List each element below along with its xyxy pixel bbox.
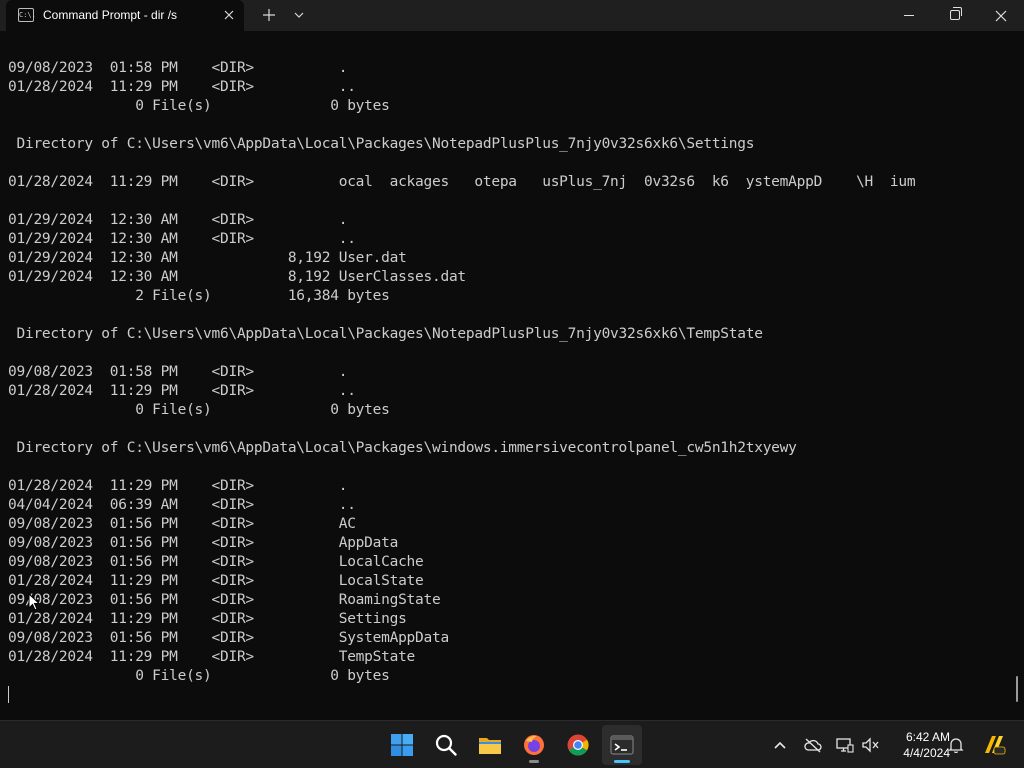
file-explorer-button[interactable] bbox=[470, 725, 510, 765]
close-icon bbox=[995, 10, 1007, 22]
terminal-line: 01/28/2024 11:29 PM <DIR> .. bbox=[8, 79, 356, 95]
terminal-line: 01/28/2024 11:29 PM <DIR> ocal ackages o… bbox=[8, 174, 916, 190]
bell-icon bbox=[948, 738, 964, 753]
scrollbar-thumb[interactable] bbox=[1016, 676, 1018, 702]
terminal-button[interactable] bbox=[602, 725, 642, 765]
maximize-button[interactable] bbox=[932, 0, 978, 31]
notifications-button[interactable] bbox=[944, 733, 968, 757]
search-button[interactable] bbox=[426, 725, 466, 765]
chevron-up-icon bbox=[774, 741, 786, 749]
mouse-pointer-icon bbox=[28, 593, 40, 611]
tab-title: Command Prompt - dir /s bbox=[43, 8, 178, 22]
search-icon bbox=[435, 734, 457, 756]
command-prompt-icon: C:\. bbox=[18, 8, 36, 22]
active-indicator bbox=[614, 760, 630, 763]
clock-date: 4/4/2024 bbox=[903, 746, 950, 760]
chrome-icon bbox=[567, 734, 589, 756]
close-window-button[interactable] bbox=[978, 0, 1024, 31]
copilot-button[interactable] bbox=[980, 731, 1008, 759]
terminal-line: 01/28/2024 11:29 PM <DIR> . bbox=[8, 478, 348, 494]
network-button[interactable] bbox=[832, 733, 856, 757]
terminal-line: 01/28/2024 11:29 PM <DIR> LocalState bbox=[8, 573, 424, 589]
tab-dropdown-button[interactable] bbox=[289, 5, 309, 25]
terminal-line: 0 File(s) 0 bytes bbox=[8, 402, 390, 418]
terminal-line: Directory of C:\Users\vm6\AppData\Local\… bbox=[8, 326, 763, 342]
text-cursor bbox=[8, 686, 9, 703]
tab-command-prompt[interactable]: C:\. Command Prompt - dir /s bbox=[6, 0, 244, 31]
restore-icon bbox=[950, 7, 962, 20]
terminal-line: 01/28/2024 11:29 PM <DIR> Settings bbox=[8, 611, 407, 627]
terminal-line: 09/08/2023 01:56 PM <DIR> LocalCache bbox=[8, 554, 424, 570]
terminal-line: 09/08/2023 01:58 PM <DIR> . bbox=[8, 60, 348, 76]
terminal-line: 0 File(s) 0 bytes bbox=[8, 98, 390, 114]
show-hidden-icons-button[interactable] bbox=[768, 733, 792, 757]
taskbar: 6:42 AM 4/4/2024 bbox=[0, 720, 1024, 768]
chevron-down-icon bbox=[294, 12, 304, 18]
terminal-line: Directory of C:\Users\vm6\AppData\Local\… bbox=[8, 136, 755, 152]
chrome-button[interactable] bbox=[558, 725, 598, 765]
file-explorer-icon bbox=[479, 738, 501, 754]
taskbar-clock[interactable]: 6:42 AM 4/4/2024 bbox=[884, 729, 950, 761]
terminal-line: 2 File(s) 16,384 bytes bbox=[8, 288, 390, 304]
volume-muted-icon bbox=[862, 737, 879, 753]
terminal-line: 09/08/2023 01:56 PM <DIR> AppData bbox=[8, 535, 399, 551]
network-icon bbox=[836, 738, 854, 753]
terminal-line: 0 File(s) 0 bytes bbox=[8, 668, 390, 684]
clock-time: 6:42 AM bbox=[905, 730, 950, 744]
terminal-line: 09/08/2023 01:56 PM <DIR> SystemAppData bbox=[8, 630, 449, 646]
tab-close-button[interactable] bbox=[219, 5, 239, 25]
terminal-line: 09/08/2023 01:56 PM <DIR> RoamingState bbox=[8, 592, 441, 608]
terminal-line: 01/28/2024 11:29 PM <DIR> TempState bbox=[8, 649, 416, 665]
copilot-icon bbox=[985, 736, 1006, 755]
terminal-output[interactable]: 09/08/2023 01:58 PM <DIR> . 01/28/2024 11… bbox=[0, 31, 1024, 720]
running-indicator bbox=[529, 760, 539, 763]
start-button[interactable] bbox=[382, 725, 422, 765]
terminal-line: 01/29/2024 12:30 AM 8,192 User.dat bbox=[8, 250, 407, 266]
terminal-line: 01/29/2024 12:30 AM 8,192 UserClasses.da… bbox=[8, 269, 466, 285]
terminal-icon bbox=[610, 735, 634, 755]
minimize-icon bbox=[904, 14, 914, 16]
terminal-line: 01/29/2024 12:30 AM <DIR> . bbox=[8, 212, 348, 228]
terminal-line: 01/28/2024 11:29 PM <DIR> .. bbox=[8, 383, 356, 399]
onedrive-button[interactable] bbox=[800, 733, 824, 757]
terminal-lines: 09/08/2023 01:58 PM <DIR> . 01/28/2024 11… bbox=[8, 59, 916, 686]
title-bar: C:\. Command Prompt - dir /s bbox=[0, 0, 1024, 31]
plus-icon bbox=[263, 9, 275, 21]
cloud-icon bbox=[804, 738, 822, 753]
terminal-line: 09/08/2023 01:56 PM <DIR> AC bbox=[8, 516, 356, 532]
terminal-line: 01/29/2024 12:30 AM <DIR> .. bbox=[8, 231, 356, 247]
firefox-icon bbox=[524, 735, 544, 755]
new-tab-button[interactable] bbox=[258, 5, 280, 25]
firefox-button[interactable] bbox=[514, 725, 554, 765]
windows-start-icon bbox=[391, 734, 413, 756]
close-icon bbox=[224, 10, 234, 20]
terminal-line: 04/04/2024 06:39 AM <DIR> .. bbox=[8, 497, 356, 513]
terminal-line: 09/08/2023 01:58 PM <DIR> . bbox=[8, 364, 348, 380]
minimize-button[interactable] bbox=[886, 0, 932, 31]
terminal-line: Directory of C:\Users\vm6\AppData\Local\… bbox=[8, 440, 797, 456]
volume-button[interactable] bbox=[858, 733, 882, 757]
